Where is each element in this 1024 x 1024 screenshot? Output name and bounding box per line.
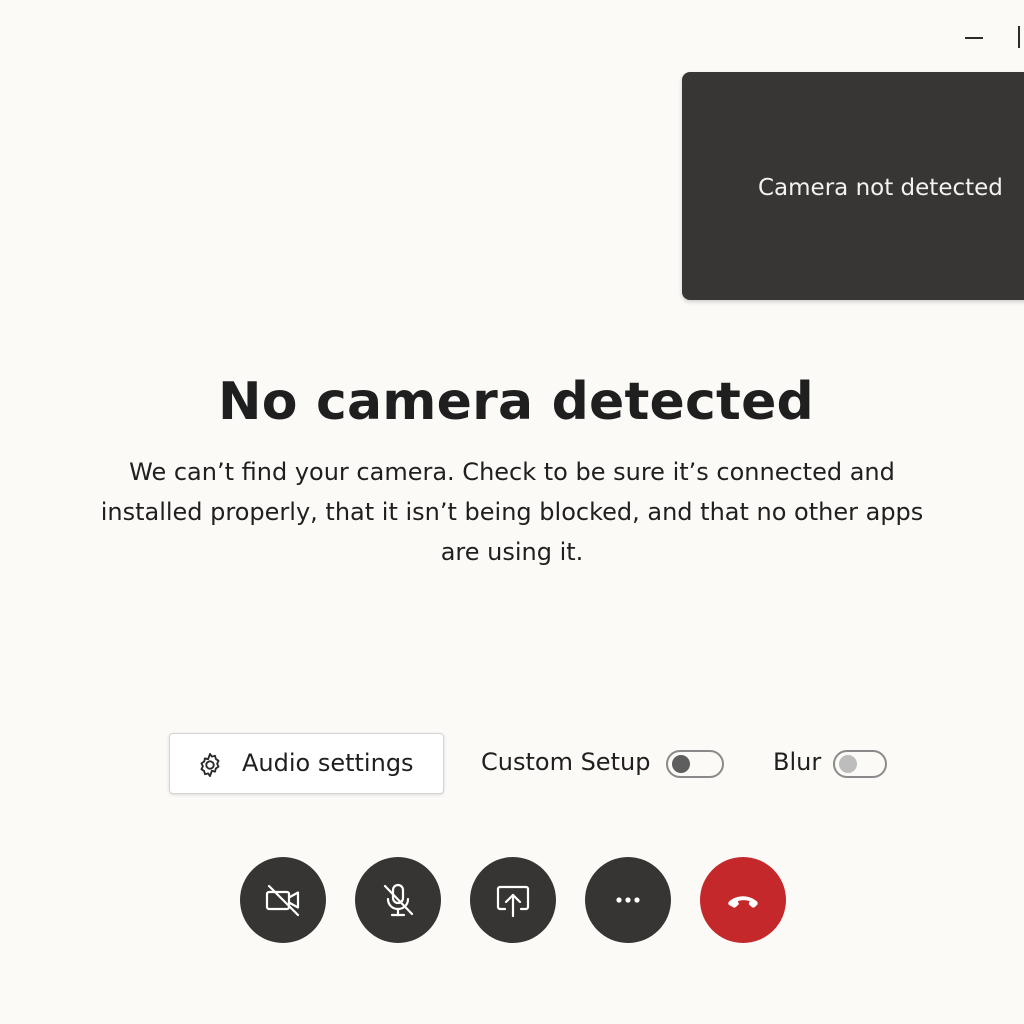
mic-off-button[interactable] [355,857,441,943]
custom-setup-toggle[interactable] [666,750,724,778]
more-icon [616,897,640,903]
blur-label: Blur [773,748,822,776]
share-screen-button[interactable] [470,857,556,943]
mic-off-icon [383,883,414,917]
error-message: We can’t find your camera. Check to be s… [100,458,924,566]
self-view-preview: Camera not detected [682,72,1024,300]
camera-off-icon [265,884,300,917]
toggle-knob [839,755,857,773]
share-icon [496,885,530,918]
end-call-button[interactable] [700,857,786,943]
hang-up-icon [728,896,758,908]
camera-off-button[interactable] [240,857,326,943]
toggle-knob [672,755,690,773]
minimize-button[interactable] [958,22,988,52]
window-controls [944,22,1024,52]
more-options-button[interactable] [585,857,671,943]
page-title: No camera detected [218,372,814,432]
audio-settings-button[interactable]: Audio settings [169,733,444,794]
audio-settings-label: Audio settings [242,749,414,777]
gear-icon [200,752,220,778]
custom-setup-label: Custom Setup [481,748,651,776]
blur-toggle[interactable] [833,750,887,778]
maximize-button[interactable] [1018,26,1024,50]
self-view-status-label: Camera not detected [758,175,1003,201]
